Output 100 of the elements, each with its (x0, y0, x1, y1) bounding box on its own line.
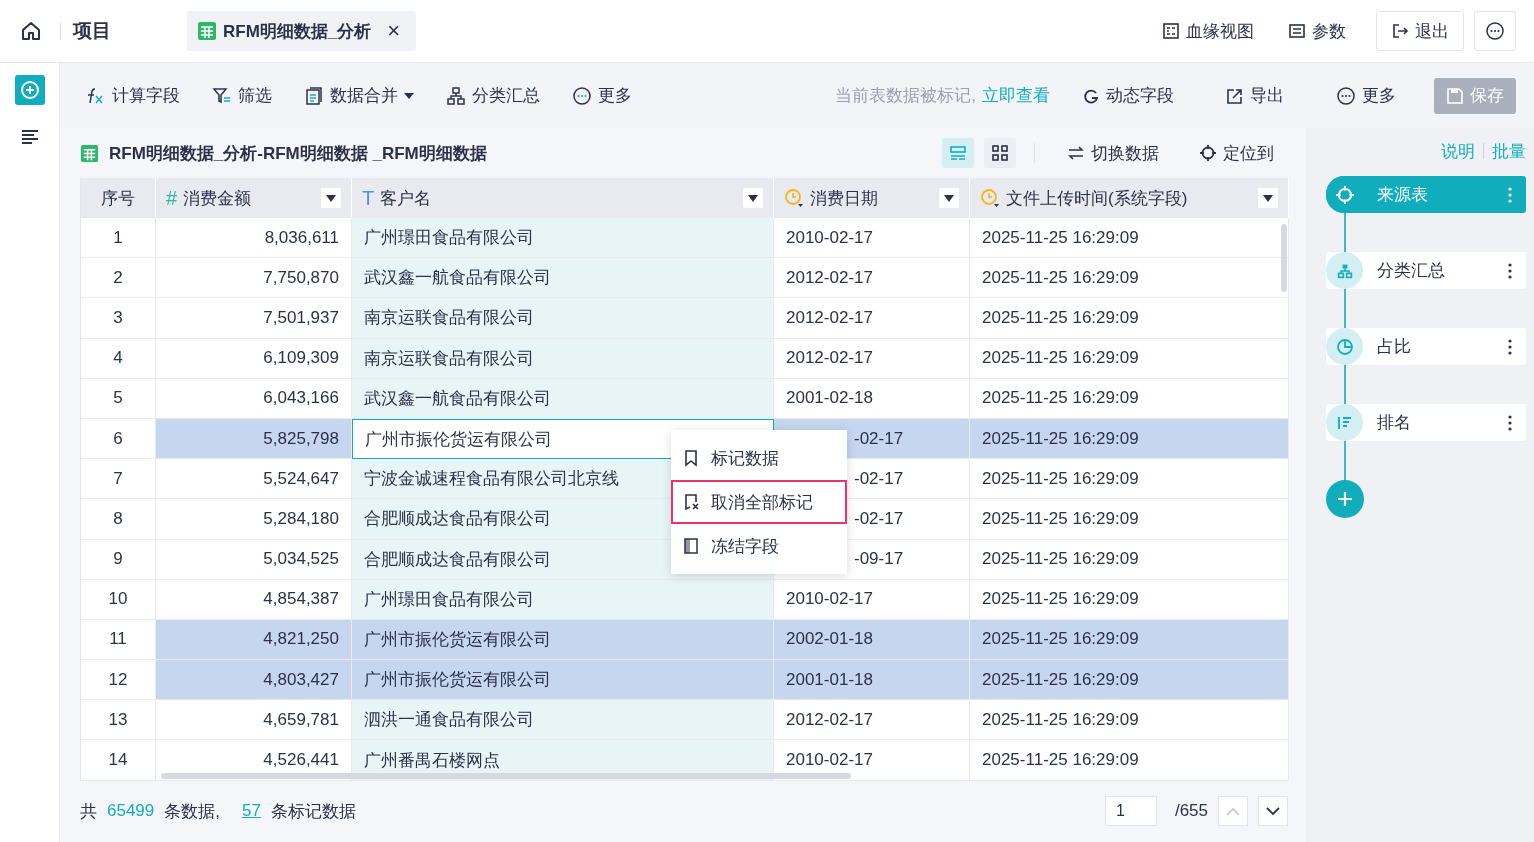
table-cell: 2001-01-18 (774, 660, 970, 701)
diagram-icon (1162, 22, 1180, 40)
caret-icon (326, 194, 336, 202)
next-page-button[interactable] (1258, 796, 1288, 827)
exit-button[interactable]: 退出 (1376, 11, 1464, 51)
kebab-menu-icon[interactable] (1508, 262, 1512, 279)
table-cell: 2025-11-25 16:29:09 (970, 499, 1289, 540)
more-button[interactable]: 更多 (1336, 77, 1396, 114)
add-icon[interactable] (14, 75, 45, 105)
chevron-down-icon (1266, 806, 1280, 816)
grid-view-button[interactable] (984, 138, 1016, 168)
file-tab[interactable]: RFM明细数据_分析 × (187, 11, 417, 51)
table-cell: 武汉鑫一航食品有限公司 (352, 378, 774, 419)
sliders-icon (1288, 22, 1306, 40)
table-cell: 10 (81, 579, 156, 620)
flow-step[interactable]: 排名 (1326, 404, 1526, 441)
table-cell: 2025-11-25 16:29:09 (970, 338, 1289, 379)
menu-item[interactable]: 取消全部标记 (671, 480, 847, 524)
table-cell: 广州璟田食品有限公司 (352, 218, 774, 259)
close-button[interactable]: × (387, 18, 401, 44)
export-icon (1226, 86, 1244, 105)
switch-data-button[interactable]: 切换数据 (1067, 135, 1159, 171)
merge-button[interactable]: 数据合并 (304, 77, 414, 114)
table-cell: 2025-11-25 16:29:09 (970, 418, 1289, 460)
swap-icon (1067, 144, 1085, 162)
more-icon (1336, 85, 1356, 106)
lineage-view-button[interactable]: 血缘视图 (1162, 11, 1254, 51)
hierarchy-icon (446, 85, 466, 106)
crosshair-icon (1199, 144, 1217, 162)
column-header: 文件上传时间(系统字段) (1006, 187, 1188, 210)
table-cell: 2025-11-25 16:29:09 (970, 740, 1289, 781)
export-button[interactable]: 导出 (1226, 77, 1284, 114)
dynamic-field-button[interactable]: 动态字段 (1082, 77, 1174, 114)
scrollbar[interactable] (161, 772, 851, 779)
footer-text: 条数据, (164, 800, 220, 823)
more-button[interactable] (1474, 11, 1516, 51)
step-icon (1326, 328, 1363, 365)
flow-step[interactable]: 分类汇总 (1326, 252, 1526, 289)
table-cell: 14 (81, 740, 156, 781)
dropdown-button[interactable] (743, 188, 763, 208)
column-header: 消费日期 (810, 187, 878, 210)
kebab-menu-icon[interactable] (1508, 414, 1512, 431)
table-cell: 11 (81, 619, 156, 661)
table-cell: 4,821,250 (156, 619, 352, 661)
locate-button[interactable]: 定位到 (1199, 135, 1274, 171)
table-cell: 武汉鑫一航食品有限公司 (352, 258, 774, 299)
filter-icon (212, 85, 232, 106)
table-cell: 2012-02-17 (774, 338, 970, 379)
more-icon (1485, 21, 1505, 41)
page-field[interactable]: 1 (1104, 796, 1157, 827)
table-cell: 3 (81, 298, 156, 339)
table-cell: 2025-11-25 16:29:09 (970, 619, 1289, 661)
plus-icon (1336, 490, 1354, 508)
table-cell: 5 (81, 378, 156, 419)
sheet-icon (197, 21, 217, 41)
filter-button[interactable]: 筛选 (212, 77, 272, 114)
clock-icon (980, 188, 1000, 208)
table-cell: 广州市振伦货运有限公司 (352, 619, 774, 661)
column-header: 消费金额 (183, 187, 252, 210)
more-button[interactable]: 更多 (572, 77, 632, 114)
bookmark-remove-icon (683, 493, 699, 511)
chevron-up-icon (1226, 806, 1240, 816)
function-icon (86, 85, 106, 106)
caret-icon (1263, 194, 1273, 202)
table-title: RFM明细数据_分析-RFM明细数据 _RFM明细数据 (109, 142, 487, 165)
add-step-button[interactable] (1326, 480, 1364, 518)
scrollbar[interactable] (1281, 224, 1287, 292)
flow-step[interactable]: 占比 (1326, 328, 1526, 365)
fx-button[interactable]: 计算字段 (86, 77, 180, 114)
table-cell: 广州市振伦货运有限公司 (352, 660, 774, 701)
column-header: 客户名 (380, 187, 432, 210)
tab-label: RFM明细数据_分析 (223, 20, 372, 43)
table-cell: 2010-02-17 (774, 579, 970, 620)
bookmark-icon (683, 449, 699, 467)
kebab-menu-icon[interactable] (1508, 338, 1512, 355)
parameters-button[interactable]: 参数 (1288, 11, 1346, 51)
dropdown-button[interactable] (939, 188, 959, 208)
table-cell: 2002-01-18 (774, 619, 970, 661)
caret-icon (748, 194, 758, 202)
sheet-icon (80, 143, 99, 163)
clock-icon (784, 188, 804, 208)
dropdown-button[interactable] (1258, 188, 1278, 208)
home-icon[interactable] (20, 20, 42, 42)
type-icon: # (166, 186, 178, 210)
dropdown-button[interactable] (321, 188, 341, 208)
table-cell: 广州璟田食品有限公司 (352, 579, 774, 620)
group-button[interactable]: 分类汇总 (446, 77, 540, 114)
column-header: 序号 (101, 187, 135, 210)
table-cell: 泗洪一通食品有限公司 (352, 700, 774, 741)
list-icon[interactable] (20, 129, 39, 145)
documents-icon (304, 85, 324, 106)
table-cell: 2001-02-18 (774, 378, 970, 419)
type-icon: T (362, 186, 375, 210)
table-cell: 南京运联食品有限公司 (352, 338, 774, 379)
table-cell: 2025-11-25 16:29:09 (970, 378, 1289, 419)
total-count: 65499 (107, 801, 155, 822)
table-cell: 4 (81, 338, 156, 379)
table-cell: 5,825,798 (156, 418, 352, 460)
grid-icon (991, 144, 1009, 162)
step-icon (1326, 404, 1363, 441)
